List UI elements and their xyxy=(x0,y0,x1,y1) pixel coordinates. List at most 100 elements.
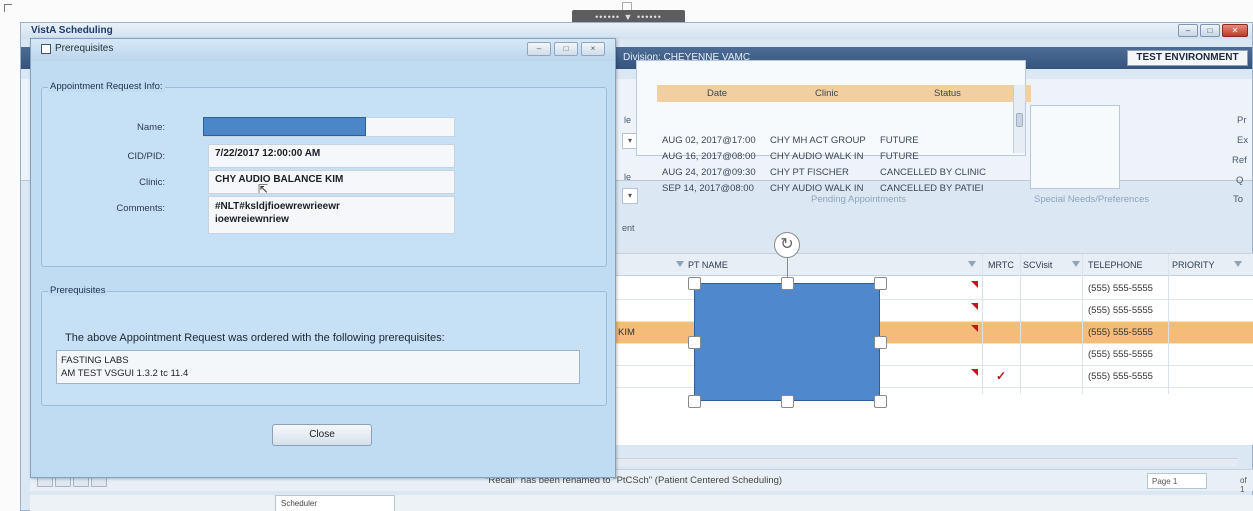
ribbon-fragment: le xyxy=(624,115,632,125)
grid-hscrollbar[interactable] xyxy=(598,458,1238,466)
grid-header-telephone[interactable]: TELEPHONE xyxy=(1088,260,1143,270)
resize-handle[interactable] xyxy=(688,277,701,290)
pending-date[interactable]: SEP 14, 2017@08:00 xyxy=(662,183,754,194)
dialog-close-button[interactable]: × xyxy=(581,42,605,56)
appointment-request-label: Appointment Request Info: xyxy=(48,81,165,92)
pending-appointments-caption: Pending Appointments xyxy=(811,194,907,205)
grid-header: PT NAME MRTC SCVisit TELEPHONE PRIORITY xyxy=(598,254,1253,276)
pending-status[interactable]: FUTURE xyxy=(880,151,919,162)
prerequisite-item: AM TEST VSGUI 1.3.2 tc 11.4 xyxy=(61,368,189,379)
screen: •••••• ▼ •••••• VistA Scheduling – □ ✕ D… xyxy=(0,0,1253,511)
page-input[interactable]: Page 1 xyxy=(1147,473,1207,489)
filter-icon[interactable] xyxy=(968,261,976,267)
pending-header-row: Date Clinic Status xyxy=(657,85,1031,102)
flag-icon xyxy=(971,369,978,376)
window-icon xyxy=(41,44,51,54)
grid-column-divider xyxy=(1082,254,1083,394)
telephone-cell: (555) 555-5555 xyxy=(1088,283,1153,294)
telephone-cell: (555) 555-5555 xyxy=(1088,327,1153,338)
ribbon-fragment: ent xyxy=(622,223,635,233)
pending-status[interactable]: CANCELLED BY PATIEI xyxy=(880,183,983,194)
close-button[interactable]: ✕ xyxy=(1222,24,1248,37)
pending-clinic[interactable]: CHY AUDIO WALK IN xyxy=(770,151,863,162)
pending-header-clinic: Clinic xyxy=(815,88,839,99)
pending-clinic[interactable]: CHY PT FISCHER xyxy=(770,167,849,178)
check-icon: ✓ xyxy=(996,369,1007,383)
top-notch xyxy=(622,2,632,10)
corner-mark xyxy=(4,4,12,12)
name-redaction xyxy=(203,117,366,136)
resize-handle[interactable] xyxy=(688,336,701,349)
pt-name-cell: KIM xyxy=(618,327,635,338)
grid-column-divider xyxy=(1020,254,1021,394)
dialog-titlebar: Prerequisites – □ × xyxy=(31,39,615,61)
tab-scheduler[interactable]: Scheduler xyxy=(275,495,395,511)
resize-handle[interactable] xyxy=(688,395,701,408)
cid-field: 7/22/2017 12:00:00 AM xyxy=(208,144,455,168)
ribbon-fragment: Ref xyxy=(1232,155,1247,166)
close-dialog-button[interactable]: Close xyxy=(272,424,372,446)
pending-scrollbar-thumb[interactable] xyxy=(1016,113,1023,127)
flag-icon xyxy=(971,303,978,310)
main-window-title: VistA Scheduling xyxy=(31,25,113,36)
page-value: 1 xyxy=(1172,477,1178,486)
filter-icon[interactable] xyxy=(1234,261,1242,267)
prerequisite-item: FASTING LABS xyxy=(61,355,129,366)
clinic-field: CHY AUDIO BALANCE KIM xyxy=(208,170,455,194)
special-needs-caption: Special Needs/Preferences xyxy=(1034,194,1150,205)
maximize-button[interactable]: □ xyxy=(1200,24,1220,37)
grid-header-priority[interactable]: PRIORITY xyxy=(1172,260,1215,270)
dialog-controls: – □ × xyxy=(527,42,605,56)
pending-date[interactable]: AUG 02, 2017@17:00 xyxy=(662,135,756,146)
rotate-handle-icon[interactable]: ↻ xyxy=(774,232,800,258)
environment-badge: TEST ENVIRONMENT xyxy=(1127,50,1248,66)
special-needs-panel xyxy=(1030,105,1120,189)
flag-icon xyxy=(971,281,978,288)
resize-handle[interactable] xyxy=(874,336,887,349)
filter-icon[interactable] xyxy=(1072,261,1080,267)
name-label: Name: xyxy=(137,122,165,133)
dialog-maximize-button[interactable]: □ xyxy=(554,42,578,56)
filter-icon[interactable] xyxy=(676,261,684,267)
grid-header-mrtc[interactable]: MRTC xyxy=(988,260,1014,270)
pending-date[interactable]: AUG 24, 2017@09:30 xyxy=(662,167,756,178)
ribbon-fragment: Pr xyxy=(1237,115,1247,126)
comments-field: #NLT#ksldjfioewrewrieewr ioewreiewnriew xyxy=(208,196,455,234)
comments-label: Comments: xyxy=(116,203,165,214)
resize-handle[interactable] xyxy=(874,277,887,290)
main-window-controls: – □ ✕ xyxy=(1178,24,1248,37)
grid-column-divider xyxy=(982,254,983,394)
pending-status[interactable]: CANCELLED BY CLINIC xyxy=(880,167,986,178)
telephone-cell: (555) 555-5555 xyxy=(1088,305,1153,316)
comments-line: ioewreiewnriew xyxy=(215,214,289,225)
dialog-title: Prerequisites xyxy=(55,43,114,54)
ribbon-fragment: Ex xyxy=(1237,135,1249,146)
comments-line: #NLT#ksldjfioewrewrieewr xyxy=(215,201,340,212)
selected-rectangle-shape[interactable] xyxy=(694,283,880,401)
ribbon-dropdown[interactable]: ▾ xyxy=(622,188,638,204)
dialog-minimize-button[interactable]: – xyxy=(527,42,551,56)
resize-handle[interactable] xyxy=(781,395,794,408)
resize-handle[interactable] xyxy=(874,395,887,408)
pending-date[interactable]: AUG 16, 2017@08:00 xyxy=(662,151,756,162)
pending-header-date: Date xyxy=(707,88,728,99)
prerequisites-dialog: Prerequisites – □ × Appointment Request … xyxy=(30,38,616,478)
grid-header-pt-name[interactable]: PT NAME xyxy=(688,260,728,270)
flag-icon xyxy=(971,325,978,332)
pending-clinic[interactable]: CHY MH ACT GROUP xyxy=(770,135,866,146)
resize-handle[interactable] xyxy=(781,277,794,290)
pending-scrollbar[interactable] xyxy=(1013,85,1025,153)
clinic-label: Clinic: xyxy=(139,177,165,188)
pending-status[interactable]: FUTURE xyxy=(880,135,919,146)
ribbon-fragment: To xyxy=(1233,194,1244,205)
grid-header-scvisit[interactable]: SCVisit xyxy=(1023,260,1052,270)
minimize-button[interactable]: – xyxy=(1178,24,1198,37)
bottom-tabs: Scheduler xyxy=(30,495,1253,511)
telephone-cell: (555) 555-5555 xyxy=(1088,371,1153,382)
page-label: Page xyxy=(1152,477,1171,486)
ribbon-fragment: Q xyxy=(1236,175,1244,186)
prerequisites-message: The above Appointment Request was ordere… xyxy=(65,332,445,344)
main-titlebar: VistA Scheduling – □ ✕ xyxy=(21,23,1252,39)
pending-clinic[interactable]: CHY AUDIO WALK IN xyxy=(770,183,863,194)
pending-header-status: Status xyxy=(934,88,961,99)
